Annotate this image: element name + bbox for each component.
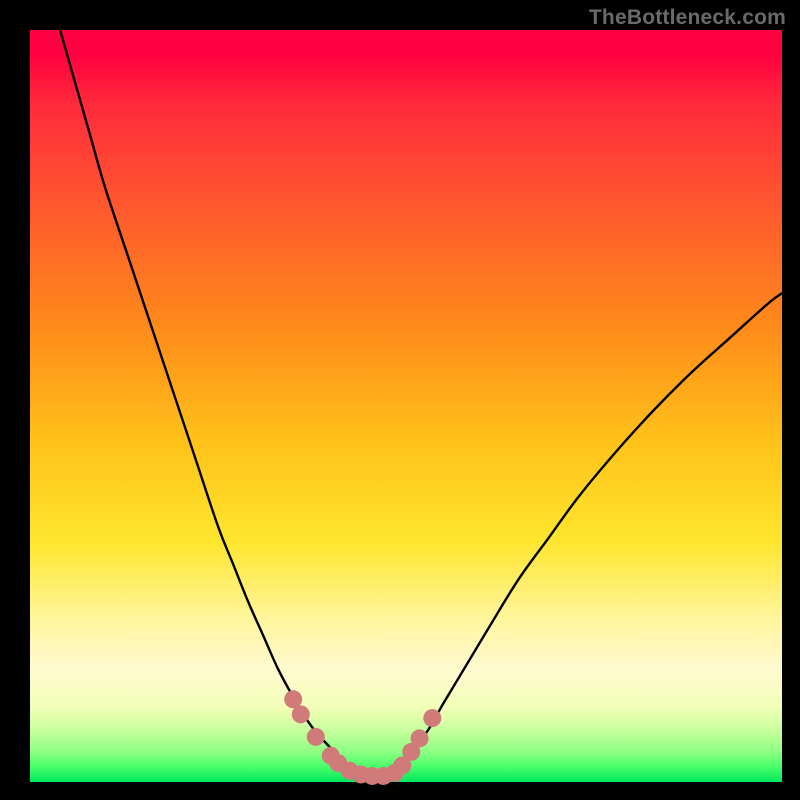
watermark-text: TheBottleneck.com [589, 6, 786, 30]
curve-layer [30, 30, 782, 782]
plot-area [30, 30, 782, 782]
curve-left-curve [60, 30, 363, 777]
marker-point [411, 729, 429, 747]
chart-frame: TheBottleneck.com [0, 0, 800, 800]
marker-point [307, 728, 325, 746]
curve-right-curve [387, 293, 782, 777]
marker-point [423, 709, 441, 727]
marker-point [292, 705, 310, 723]
